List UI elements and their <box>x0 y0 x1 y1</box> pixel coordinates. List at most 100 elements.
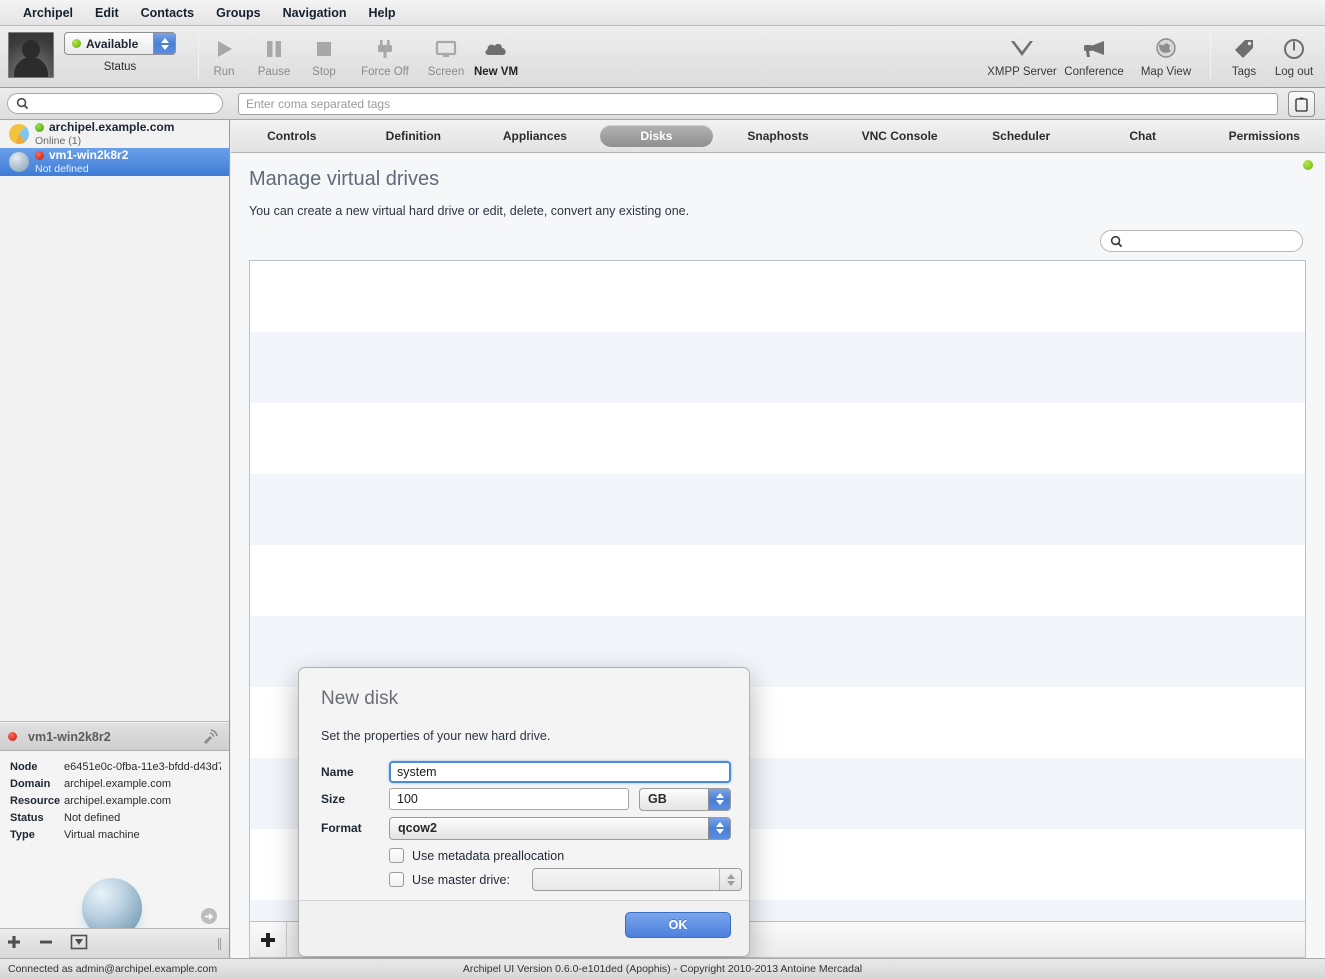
run-button[interactable]: Run <box>199 35 249 78</box>
tab-controls[interactable]: Controls <box>235 125 349 147</box>
power-icon <box>1282 35 1306 63</box>
vcard-value: Virtual machine <box>64 829 140 841</box>
vcard-fields: Node e6451e0c-0fba-11e3-bfdd-d43d7ed6...… <box>0 751 229 842</box>
size-unit-value: GB <box>648 792 667 806</box>
size-input[interactable]: 100 <box>389 788 629 810</box>
tab-chat[interactable]: Chat <box>1086 125 1200 147</box>
presence-red-icon <box>35 150 44 160</box>
roster-server-sub: Online (1) <box>35 134 82 147</box>
vcard-value: e6451e0c-0fba-11e3-bfdd-d43d7ed6... <box>64 761 221 773</box>
logout-button[interactable]: Log out <box>1269 35 1319 78</box>
roster-vm-name: vm1-win2k8r2 <box>35 149 128 162</box>
status-stepper-icon[interactable] <box>153 33 175 54</box>
vcard-row: Domain archipel.example.com <box>10 778 221 791</box>
avatar[interactable] <box>8 32 54 78</box>
name-input[interactable]: system <box>389 761 731 783</box>
vcard-value: Not defined <box>64 812 121 824</box>
vcard-value: archipel.example.com <box>64 778 171 790</box>
menu-bar: Archipel Edit Contacts Groups Navigation… <box>0 0 1325 26</box>
table-row[interactable] <box>250 403 1305 474</box>
menu-item-edit[interactable]: Edit <box>84 4 130 22</box>
tab-permissions[interactable]: Permissions <box>1208 125 1322 147</box>
vcard-header: vm1-win2k8r2 <box>0 723 229 751</box>
table-row[interactable] <box>250 261 1305 332</box>
minus-icon <box>40 940 52 944</box>
version-copyright-text: Archipel UI Version 0.6.0-e101ded (Apoph… <box>462 963 863 975</box>
dialog-subtitle: Set the properties of your new hard driv… <box>321 729 551 743</box>
search-tag-bar: Enter coma separated tags <box>0 88 1325 120</box>
master-drive-stepper-icon[interactable] <box>719 869 741 890</box>
menu-item-groups[interactable]: Groups <box>205 4 271 22</box>
module-status-dot-icon <box>1303 160 1313 170</box>
table-row[interactable] <box>250 474 1305 545</box>
table-row[interactable] <box>250 545 1305 616</box>
conference-button[interactable]: Conference <box>1058 35 1130 78</box>
format-select[interactable]: qcow2 <box>389 816 731 840</box>
stop-icon <box>313 35 335 63</box>
vcard-key: Domain <box>10 778 51 790</box>
vcard-next-arrow-icon[interactable] <box>201 908 217 924</box>
pacman-icon <box>8 123 30 145</box>
tab-scheduler[interactable]: Scheduler <box>964 125 1078 147</box>
add-contact-button[interactable] <box>6 934 22 953</box>
tab-appliances[interactable]: Appliances <box>478 125 592 147</box>
plus-icon <box>261 932 275 947</box>
force-off-button[interactable]: Force Off <box>349 35 421 78</box>
format-stepper-icon[interactable] <box>708 817 730 839</box>
tags-input[interactable]: Enter coma separated tags <box>238 93 1278 115</box>
xmpp-icon <box>1008 35 1036 63</box>
stop-button[interactable]: Stop <box>299 35 349 78</box>
screen-button[interactable]: Screen <box>421 35 471 78</box>
cloud-icon <box>483 35 509 63</box>
tab-definition[interactable]: Definition <box>357 125 471 147</box>
master-drive-row[interactable]: Use master drive: <box>389 868 742 891</box>
roster-actions-button[interactable] <box>70 934 88 953</box>
map-view-button[interactable]: Map View <box>1130 35 1202 78</box>
tags-button[interactable]: Tags <box>1219 35 1269 78</box>
menu-item-help[interactable]: Help <box>357 4 406 22</box>
sidebar-toolbar <box>0 928 229 958</box>
remove-contact-button[interactable] <box>38 934 54 953</box>
status-value: Available <box>86 36 139 51</box>
tag-clipboard-icon <box>1295 97 1308 112</box>
new-vm-button[interactable]: New VM <box>471 35 521 78</box>
xmpp-server-button[interactable]: XMPP Server <box>986 35 1058 78</box>
metadata-preallocation-checkbox[interactable] <box>389 848 404 863</box>
menu-item-navigation[interactable]: Navigation <box>272 4 358 22</box>
size-unit-select[interactable]: GB <box>639 787 731 811</box>
grid-search-input[interactable] <box>1100 230 1303 252</box>
sidebar-resize-grip[interactable] <box>218 938 221 950</box>
presence-dot-icon <box>72 39 81 48</box>
tags-placeholder: Enter coma separated tags <box>246 97 391 111</box>
roster-item-vm[interactable]: vm1-win2k8r2 Not defined <box>0 148 229 176</box>
metadata-preallocation-row[interactable]: Use metadata preallocation <box>389 848 564 863</box>
new-disk-dialog: New disk Set the properties of your new … <box>298 667 750 957</box>
size-unit-stepper-icon[interactable] <box>708 788 730 810</box>
status-bar: Connected as admin@archipel.example.com … <box>0 958 1325 979</box>
tab-vnc-console[interactable]: VNC Console <box>843 125 957 147</box>
vcard-presence-icon <box>8 732 17 741</box>
vcard-row: Type Virtual machine <box>10 829 221 842</box>
ok-button[interactable]: OK <box>625 912 731 938</box>
conference-label: Conference <box>1064 66 1124 78</box>
pause-label: Pause <box>257 66 291 78</box>
add-disk-button[interactable] <box>250 922 287 957</box>
metadata-preallocation-label: Use metadata preallocation <box>412 848 565 863</box>
tab-snaphosts[interactable]: Snaphosts <box>721 125 835 147</box>
pause-button[interactable]: Pause <box>249 35 299 78</box>
menu-item-contacts[interactable]: Contacts <box>130 4 205 22</box>
tags-label: Tags <box>1231 66 1257 78</box>
tag-panel-button[interactable] <box>1288 91 1315 117</box>
table-row[interactable] <box>250 332 1305 403</box>
vcard-actions-icon[interactable] <box>201 728 219 749</box>
master-drive-checkbox[interactable] <box>389 872 404 887</box>
vcard-key: Node <box>10 761 38 773</box>
force-off-label: Force Off <box>361 66 409 78</box>
roster-item-server[interactable]: archipel.example.com Online (1) <box>0 120 229 148</box>
contact-search-input[interactable] <box>7 93 223 114</box>
tab-disks[interactable]: Disks <box>599 125 714 147</box>
master-drive-select[interactable] <box>532 868 742 891</box>
status-select[interactable]: Available <box>64 32 176 55</box>
menu-item-archipel[interactable]: Archipel <box>12 4 84 22</box>
tag-icon <box>1232 35 1256 63</box>
